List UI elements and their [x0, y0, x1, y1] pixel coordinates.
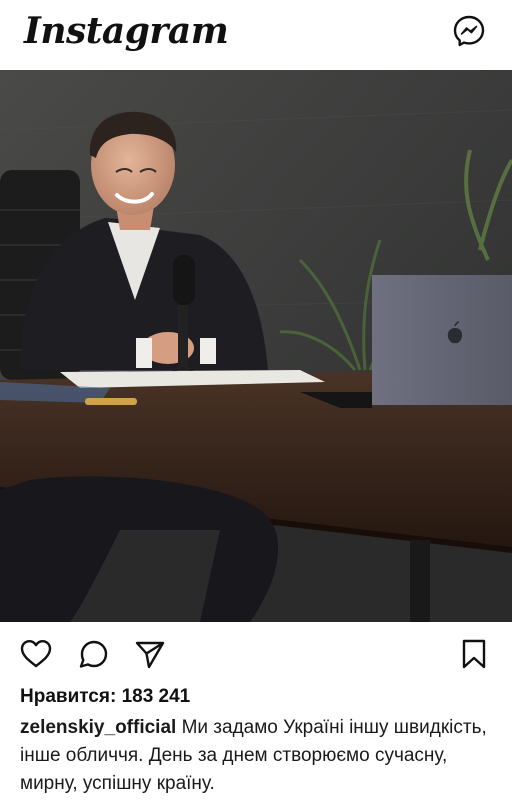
- likes-count[interactable]: Нравится: 183 241: [20, 686, 190, 708]
- post-actions: [0, 632, 512, 676]
- instagram-logo[interactable]: Instagram: [24, 10, 229, 52]
- post-image[interactable]: [0, 70, 512, 622]
- caption-username[interactable]: zelenskiy_official: [20, 717, 176, 738]
- heart-icon[interactable]: [18, 636, 54, 672]
- send-icon[interactable]: [132, 636, 168, 672]
- instagram-app: Instagram Нравится: 183 241 zelenskiy_of…: [0, 0, 512, 800]
- top-bar: Instagram: [0, 0, 512, 70]
- messenger-icon[interactable]: [452, 14, 486, 48]
- post-caption: zelenskiy_official Ми задамо Україні інш…: [20, 714, 496, 798]
- bookmark-icon[interactable]: [456, 636, 492, 672]
- comment-icon[interactable]: [76, 636, 112, 672]
